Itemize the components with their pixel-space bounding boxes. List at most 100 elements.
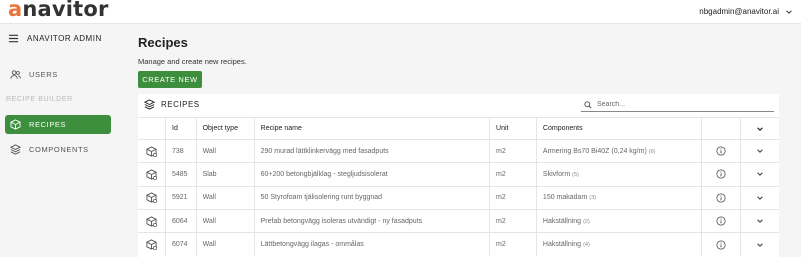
cell-recipe-name: 50 Styrofoam tjälisolering runt byggnad — [254, 185, 491, 210]
card-title-label: RECIPES — [161, 100, 200, 109]
box-icon — [10, 119, 21, 130]
chevron-down-icon — [756, 125, 764, 133]
component-name: Armering Bs70 Bi40Z (0,24 kg/m) — [542, 147, 647, 155]
cell-expand — [740, 162, 779, 187]
anavitor-logo[interactable]: anavitor — [8, 0, 109, 20]
cell-unit: m2 — [489, 185, 537, 210]
cell-expand — [740, 185, 779, 210]
cell-info — [701, 162, 741, 187]
sidebar-item-label: COMPONENTS — [29, 145, 89, 154]
cell-id: 6074 — [165, 232, 197, 256]
cell-components: Hakställning (2) — [536, 208, 703, 233]
cell-id: 5921 — [165, 185, 197, 210]
expand-all-button[interactable] — [740, 117, 779, 140]
chevron-down-icon[interactable] — [756, 217, 764, 225]
info-icon[interactable] — [716, 146, 726, 156]
search-icon — [584, 100, 592, 109]
card-title: RECIPES — [143, 99, 200, 110]
row-icon-cell — [138, 185, 166, 210]
column-header-info — [701, 117, 741, 140]
info-icon[interactable] — [716, 169, 726, 179]
recipe-box-icon — [146, 169, 157, 180]
cell-recipe-name: 60+200 betongbjälklag - stegljudsisolera… — [254, 162, 491, 187]
sidebar-item-label: USERS — [29, 70, 58, 79]
cell-id: 6064 — [165, 208, 197, 233]
recipe-box-icon — [146, 239, 157, 251]
table-row[interactable]: 5485 Slab 60+200 betongbjälklag - steglj… — [138, 162, 779, 187]
chevron-down-icon — [785, 8, 793, 16]
cell-unit: m2 — [489, 138, 537, 163]
column-header-components[interactable]: Components — [536, 117, 703, 140]
row-icon-cell — [138, 208, 166, 233]
page-title: Recipes — [138, 35, 188, 50]
cell-expand — [740, 232, 779, 256]
top-bar: anavitor nbgadmin@anavitor.ai — [0, 0, 801, 24]
row-icon-cell — [138, 232, 166, 256]
cell-info — [701, 185, 741, 210]
component-count: (3) — [589, 195, 597, 202]
component-count: (6) — [648, 148, 656, 155]
info-icon[interactable] — [716, 240, 726, 250]
cell-object-type: Wall — [196, 185, 255, 210]
recipes-card: RECIPES Id Object type Recipe name Unit … — [138, 94, 779, 257]
cell-object-type: Slab — [196, 162, 255, 187]
cell-components: Armering Bs70 Bi40Z (0,24 kg/m) (6) — [536, 138, 703, 163]
chevron-down-icon[interactable] — [756, 170, 764, 178]
chevron-down-icon[interactable] — [756, 241, 764, 249]
sidebar-title: ANAVITOR ADMIN — [27, 34, 102, 43]
cell-unit: m2 — [489, 232, 537, 256]
column-header-recipe-name[interactable]: Recipe name — [254, 117, 491, 140]
sidebar-item-users[interactable]: USERS — [5, 65, 111, 84]
cell-object-type: Wall — [196, 138, 255, 163]
cell-recipe-name: 290 murad lättklinkervägg med fasadputs — [254, 138, 491, 163]
column-header-id[interactable]: Id — [165, 117, 197, 140]
cell-recipe-name: Prefab betongvägg isoleras utvändigt - n… — [254, 208, 491, 233]
sidebar-item-label: RECIPES — [29, 120, 67, 129]
cell-info — [701, 208, 741, 233]
sidebar-item-recipes[interactable]: RECIPES — [5, 115, 111, 134]
user-menu[interactable]: nbgadmin@anavitor.ai — [699, 7, 793, 16]
row-icon-cell — [138, 138, 166, 163]
component-name: Hakställning — [542, 241, 582, 249]
info-icon[interactable] — [716, 193, 726, 203]
recipe-box-icon — [146, 146, 157, 157]
row-icon-cell — [138, 162, 166, 187]
column-header-object-type[interactable]: Object type — [196, 117, 255, 140]
sidebar-item-components[interactable]: COMPONENTS — [5, 140, 111, 159]
user-email: nbgadmin@anavitor.ai — [699, 7, 779, 16]
search-box — [581, 98, 774, 112]
cell-expand — [740, 138, 779, 163]
search-input[interactable] — [597, 101, 767, 108]
sidebar: ANAVITOR ADMIN USERS RECIPE BUILDER RECI… — [0, 24, 116, 257]
cell-components: Skivform (5) — [536, 162, 703, 187]
table-row[interactable]: 6064 Wall Prefab betongvägg isoleras utv… — [138, 208, 779, 233]
section-label-recipe-builder: RECIPE BUILDER — [6, 96, 73, 103]
create-new-button[interactable]: CREATE NEW — [138, 71, 202, 88]
column-header-unit[interactable]: Unit — [489, 117, 537, 140]
recipes-table: Id Object type Recipe name Unit Componen… — [138, 117, 779, 256]
cell-info — [701, 232, 741, 256]
table-row[interactable]: 738 Wall 290 murad lättklinkervägg med f… — [138, 138, 779, 163]
chevron-down-icon[interactable] — [756, 194, 764, 202]
cell-id: 5485 — [165, 162, 197, 187]
recipe-box-icon — [146, 215, 157, 227]
cell-object-type: Wall — [196, 208, 255, 233]
component-name: Hakställning — [542, 217, 582, 225]
cell-components: 150 makadam (3) — [536, 185, 703, 210]
recipe-box-icon — [146, 192, 157, 204]
cell-unit: m2 — [489, 162, 537, 187]
info-icon[interactable] — [716, 216, 726, 226]
table-row[interactable]: 5921 Wall 50 Styrofoam tjälisolering run… — [138, 185, 779, 210]
cell-components: Hakställning (4) — [536, 232, 703, 256]
component-name: 150 makadam — [542, 194, 588, 202]
cell-expand — [740, 208, 779, 233]
table-row[interactable]: 6074 Wall Lättbetongvägg ilagas - ommåla… — [138, 232, 779, 256]
column-header-icon — [138, 117, 166, 140]
component-count: (4) — [583, 242, 590, 249]
component-count: (5) — [572, 171, 579, 178]
component-count: (2) — [583, 218, 590, 225]
component-name: Skivform — [542, 170, 571, 178]
sidebar-header: ANAVITOR ADMIN — [8, 33, 102, 44]
chevron-down-icon[interactable] — [756, 147, 764, 155]
menu-icon[interactable] — [8, 33, 19, 44]
